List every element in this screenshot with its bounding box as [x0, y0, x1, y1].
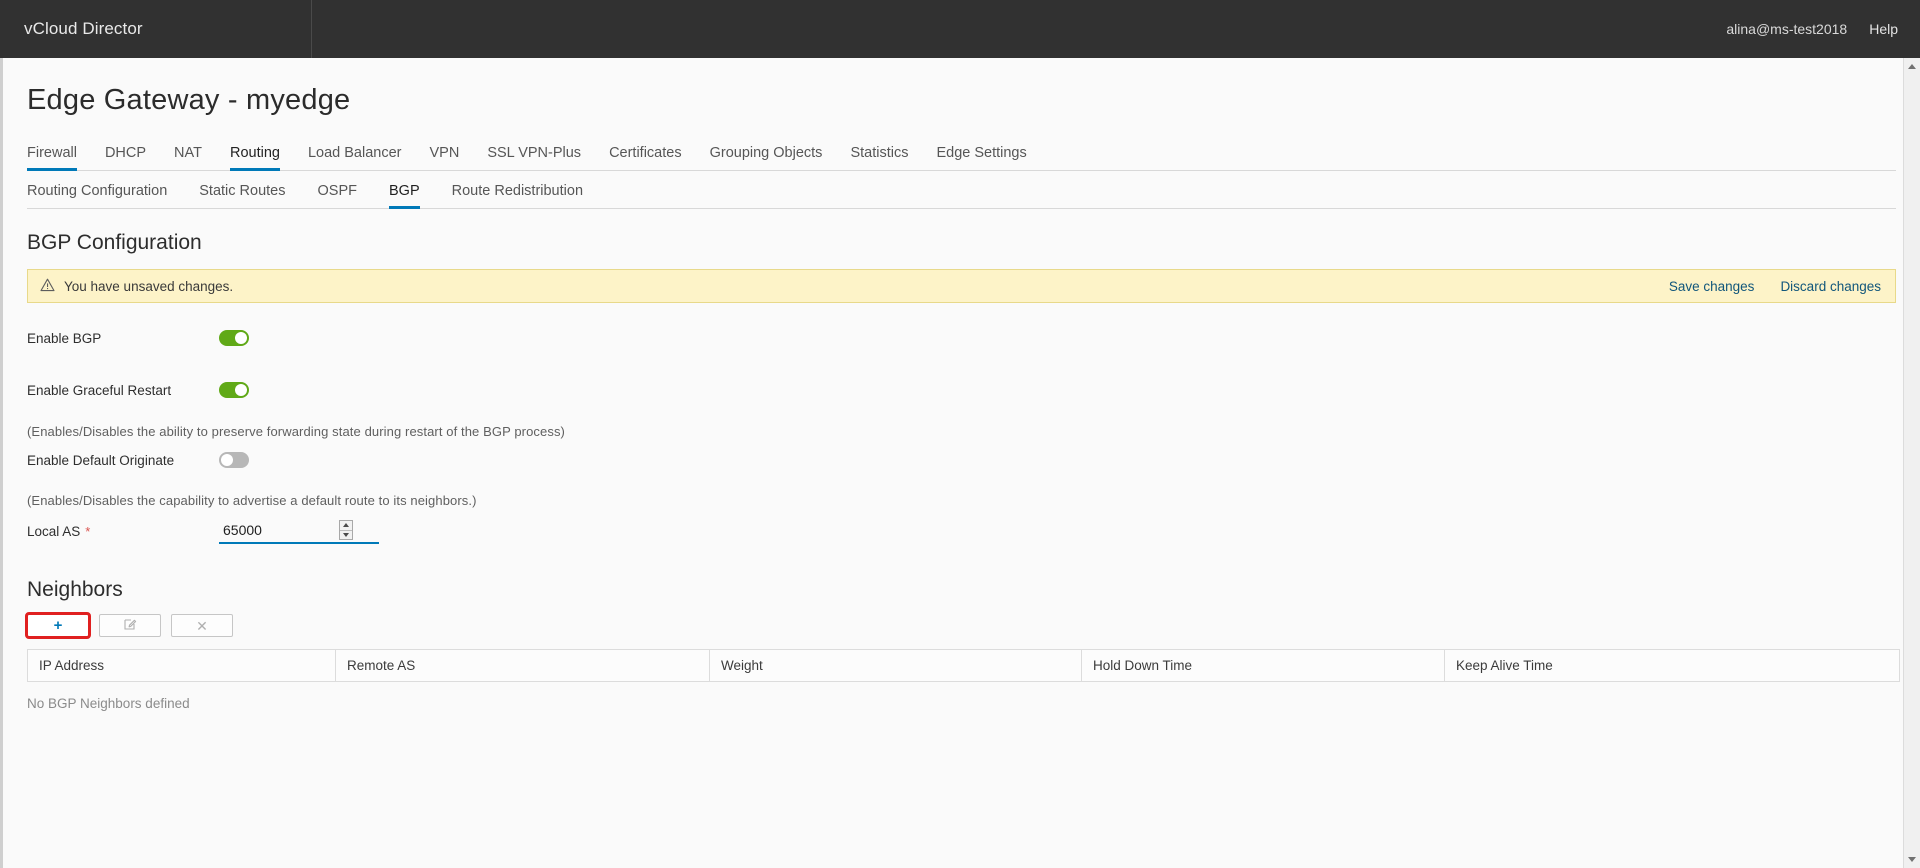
- subtab-bgp[interactable]: BGP: [373, 183, 436, 209]
- section-title-neighbors: Neighbors: [27, 578, 123, 601]
- tab-statistics[interactable]: Statistics: [836, 145, 922, 170]
- tab-load-balancer[interactable]: Load Balancer: [294, 145, 416, 170]
- row-local-as: Local AS *: [27, 516, 1896, 546]
- label-local-as: Local AS *: [27, 524, 219, 539]
- local-as-input[interactable]: [219, 519, 337, 541]
- column-header-keep-alive-time[interactable]: Keep Alive Time: [1445, 650, 1899, 681]
- warning-triangle-icon: [40, 278, 55, 295]
- chevron-down-icon: [1908, 857, 1916, 862]
- neighbors-table: IP Address Remote AS Weight Hold Down Ti…: [27, 649, 1900, 682]
- subtab-routing-configuration[interactable]: Routing Configuration: [27, 183, 183, 208]
- toggle-enable-graceful-restart[interactable]: [219, 382, 249, 398]
- tab-grouping-objects[interactable]: Grouping Objects: [696, 145, 837, 170]
- toggle-knob: [235, 384, 247, 396]
- local-as-field-wrapper: [219, 518, 379, 544]
- required-marker: *: [85, 523, 91, 539]
- app-brand-title: vCloud Director: [24, 19, 143, 38]
- column-header-hold-down-time[interactable]: Hold Down Time: [1082, 650, 1445, 681]
- toggle-enable-bgp[interactable]: [219, 330, 249, 346]
- tab-certificates[interactable]: Certificates: [595, 145, 696, 170]
- label-enable-graceful-restart: Enable Graceful Restart: [27, 382, 172, 398]
- discard-changes-link[interactable]: Discard changes: [1780, 279, 1881, 294]
- neighbors-empty-message: No BGP Neighbors defined: [27, 696, 190, 711]
- plus-icon: +: [53, 617, 63, 634]
- add-neighbor-button[interactable]: +: [25, 612, 91, 639]
- scroll-down-button[interactable]: [1904, 851, 1920, 868]
- secondary-tab-bar: Routing Configuration Static Routes OSPF…: [27, 173, 1896, 209]
- pencil-icon: [123, 617, 137, 635]
- row-enable-graceful-restart: Enable Graceful Restart: [27, 377, 1896, 403]
- helper-default-originate: (Enables/Disables the capability to adve…: [27, 493, 477, 508]
- close-icon: ✕: [196, 617, 208, 634]
- toggle-knob: [221, 454, 233, 466]
- row-enable-bgp: Enable BGP: [27, 325, 1896, 351]
- top-navigation-bar: vCloud Director alina@ms-test2018 Help: [0, 0, 1920, 58]
- column-header-weight[interactable]: Weight: [710, 650, 1082, 681]
- caret-up-icon: [343, 523, 349, 528]
- label-enable-default-originate: Enable Default Originate: [27, 452, 175, 468]
- alert-message-group: You have unsaved changes.: [40, 278, 233, 295]
- toggle-enable-default-originate[interactable]: [219, 452, 249, 468]
- chevron-up-icon: [1908, 64, 1916, 69]
- unsaved-changes-banner: You have unsaved changes. Save changes D…: [27, 269, 1896, 303]
- subtab-route-redistribution[interactable]: Route Redistribution: [436, 183, 599, 208]
- column-header-remote-as[interactable]: Remote AS: [336, 650, 710, 681]
- alert-actions: Save changes Discard changes: [1669, 279, 1881, 294]
- local-as-stepper[interactable]: [339, 520, 353, 540]
- tab-ssl-vpn-plus[interactable]: SSL VPN-Plus: [473, 145, 595, 170]
- delete-neighbor-button[interactable]: ✕: [171, 614, 233, 637]
- stepper-decrement[interactable]: [340, 529, 352, 540]
- tab-dhcp[interactable]: DHCP: [91, 145, 160, 170]
- topbar-right-group: alina@ms-test2018 Help: [1726, 21, 1920, 37]
- subtab-static-routes[interactable]: Static Routes: [183, 183, 301, 208]
- tab-routing[interactable]: Routing: [216, 145, 294, 171]
- app-root: vCloud Director alina@ms-test2018 Help E…: [0, 0, 1920, 868]
- vertical-scrollbar[interactable]: [1903, 58, 1920, 868]
- unsaved-changes-message: You have unsaved changes.: [64, 278, 234, 294]
- stepper-increment[interactable]: [340, 521, 352, 530]
- toggle-knob: [235, 332, 247, 344]
- page-container: Edge Gateway - myedge Firewall DHCP NAT …: [0, 58, 1920, 868]
- caret-down-icon: [343, 532, 349, 537]
- column-header-ip-address[interactable]: IP Address: [28, 650, 336, 681]
- tab-vpn[interactable]: VPN: [415, 145, 473, 170]
- subtab-ospf[interactable]: OSPF: [302, 183, 373, 208]
- page-title: Edge Gateway - myedge: [27, 84, 351, 116]
- help-link[interactable]: Help: [1869, 21, 1898, 37]
- label-local-as-text: Local AS: [27, 523, 81, 539]
- tab-firewall[interactable]: Firewall: [27, 145, 91, 171]
- neighbors-table-header-row: IP Address Remote AS Weight Hold Down Ti…: [28, 650, 1899, 681]
- brand-cell: vCloud Director: [0, 0, 312, 58]
- save-changes-link[interactable]: Save changes: [1669, 279, 1755, 294]
- neighbors-toolbar: + ✕: [25, 612, 1896, 639]
- label-enable-bgp: Enable BGP: [27, 330, 102, 346]
- primary-tab-bar: Firewall DHCP NAT Routing Load Balancer …: [27, 137, 1896, 171]
- helper-graceful-restart: (Enables/Disables the ability to preserv…: [27, 424, 565, 439]
- tab-nat[interactable]: NAT: [160, 145, 216, 170]
- user-account-label[interactable]: alina@ms-test2018: [1726, 21, 1847, 37]
- row-enable-default-originate: Enable Default Originate: [27, 447, 1896, 473]
- scroll-up-button[interactable]: [1904, 58, 1920, 75]
- page-inner: Edge Gateway - myedge Firewall DHCP NAT …: [3, 84, 1920, 711]
- edit-neighbor-button[interactable]: [99, 614, 161, 637]
- tab-edge-settings[interactable]: Edge Settings: [922, 145, 1040, 170]
- section-title-bgp-configuration: BGP Configuration: [27, 231, 202, 254]
